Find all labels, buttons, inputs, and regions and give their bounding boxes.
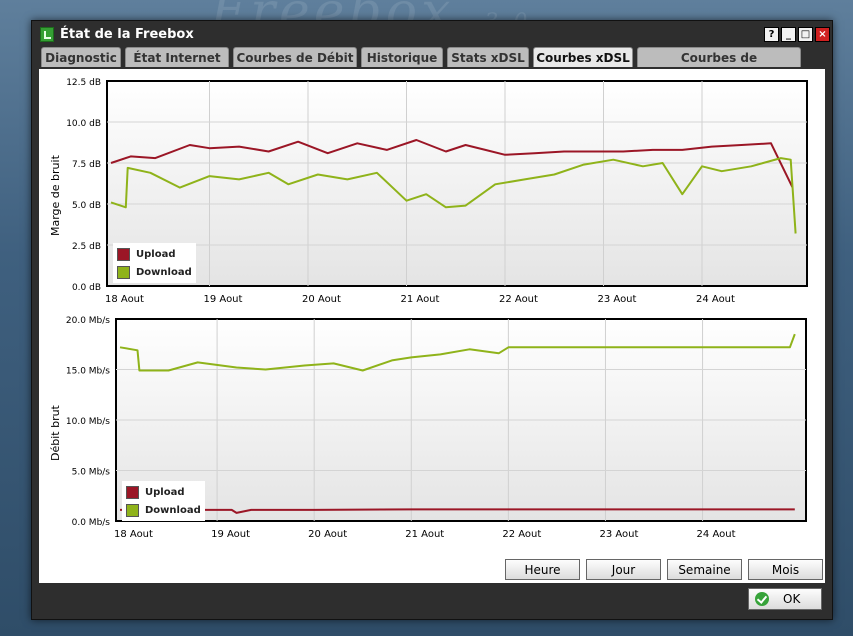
close-button[interactable]: × xyxy=(815,27,830,42)
upload-swatch xyxy=(126,485,139,499)
period-month-button[interactable]: Mois xyxy=(748,559,823,580)
tab-courbes-debit[interactable]: Courbes de Débit xyxy=(233,47,357,67)
x-tick-label: 21 Aout xyxy=(401,294,440,305)
y-tick-label: 15.0 Mb/s xyxy=(66,367,110,377)
tab-diagnostic[interactable]: Diagnostic xyxy=(41,47,121,67)
freebox-status-window: État de la Freebox ? _ □ × Diagnostic Ét… xyxy=(31,20,833,620)
x-tick-label: 18 Aout xyxy=(105,294,144,305)
window-title: État de la Freebox xyxy=(60,27,194,42)
title-bar[interactable]: État de la Freebox ? _ □ × xyxy=(32,21,832,47)
y-tick-label: 7.5 dB xyxy=(72,160,101,170)
x-tick-label: 18 Aout xyxy=(114,529,153,540)
maximize-button[interactable]: □ xyxy=(798,27,813,42)
legend-download: Download xyxy=(126,501,201,519)
y-tick-label: 5.0 dB xyxy=(72,201,101,211)
legend-upload: Upload xyxy=(126,483,201,501)
noise-margin-legend: Upload Download xyxy=(113,243,196,283)
x-tick-label: 19 Aout xyxy=(204,294,243,305)
tab-courbes-temperature[interactable]: Courbes de température xyxy=(637,47,801,85)
upload-swatch xyxy=(117,247,130,261)
bitrate-legend: Upload Download xyxy=(122,481,205,521)
period-hour-button[interactable]: Heure xyxy=(505,559,580,580)
legend-upload: Upload xyxy=(117,245,192,263)
tab-stats-xdsl[interactable]: Stats xDSL xyxy=(447,47,529,67)
y-tick-label: 2.5 dB xyxy=(72,242,101,252)
help-button[interactable]: ? xyxy=(764,27,779,42)
x-tick-label: 20 Aout xyxy=(302,294,341,305)
x-tick-label: 19 Aout xyxy=(211,529,250,540)
minimize-button[interactable]: _ xyxy=(781,27,796,42)
legend-download: Download xyxy=(117,263,192,281)
period-button-bar: Heure Jour Semaine Mois xyxy=(32,559,832,585)
y-tick-label: 5.0 Mb/s xyxy=(72,468,111,478)
x-tick-label: 24 Aout xyxy=(696,294,735,305)
legend-download-label: Download xyxy=(145,504,201,516)
legend-upload-label: Upload xyxy=(136,248,176,260)
y-tick-label: 10.0 dB xyxy=(66,119,101,129)
tab-etat-internet[interactable]: État Internet xyxy=(125,47,229,67)
x-tick-label: 23 Aout xyxy=(598,294,637,305)
download-swatch xyxy=(117,265,130,279)
x-tick-label: 23 Aout xyxy=(599,529,638,540)
y-tick-label: 0.0 dB xyxy=(72,283,101,293)
tab-content-panel: 18 Aout 19 Aout 20 Aout 21 Aout 22 Aout 23 Ao… xyxy=(39,69,825,583)
ok-button[interactable]: OK xyxy=(748,588,822,610)
ok-label: OK xyxy=(783,592,801,606)
period-week-button[interactable]: Semaine xyxy=(667,559,742,580)
legend-download-label: Download xyxy=(136,266,192,278)
freebox-app-icon xyxy=(40,27,54,42)
y-tick-label: 0.0 Mb/s xyxy=(72,518,111,528)
x-tick-label: 20 Aout xyxy=(308,529,347,540)
period-day-button[interactable]: Jour xyxy=(586,559,661,580)
download-swatch xyxy=(126,503,139,517)
check-icon xyxy=(755,592,769,606)
y-tick-label: 12.5 dB xyxy=(66,78,101,88)
tab-historique[interactable]: Historique xyxy=(361,47,443,67)
x-tick-label: 21 Aout xyxy=(405,529,444,540)
x-tick-label: 22 Aout xyxy=(502,529,541,540)
noise-margin-axis-label: Marge de bruit xyxy=(49,155,62,236)
bitrate-axis-label: Débit brut xyxy=(49,405,62,461)
x-tick-label: 24 Aout xyxy=(697,529,736,540)
tab-courbes-xdsl[interactable]: Courbes xDSL xyxy=(533,47,633,67)
legend-upload-label: Upload xyxy=(145,486,185,498)
x-tick-label: 22 Aout xyxy=(499,294,538,305)
y-tick-label: 20.0 Mb/s xyxy=(66,316,110,326)
y-tick-label: 10.0 Mb/s xyxy=(66,417,110,427)
